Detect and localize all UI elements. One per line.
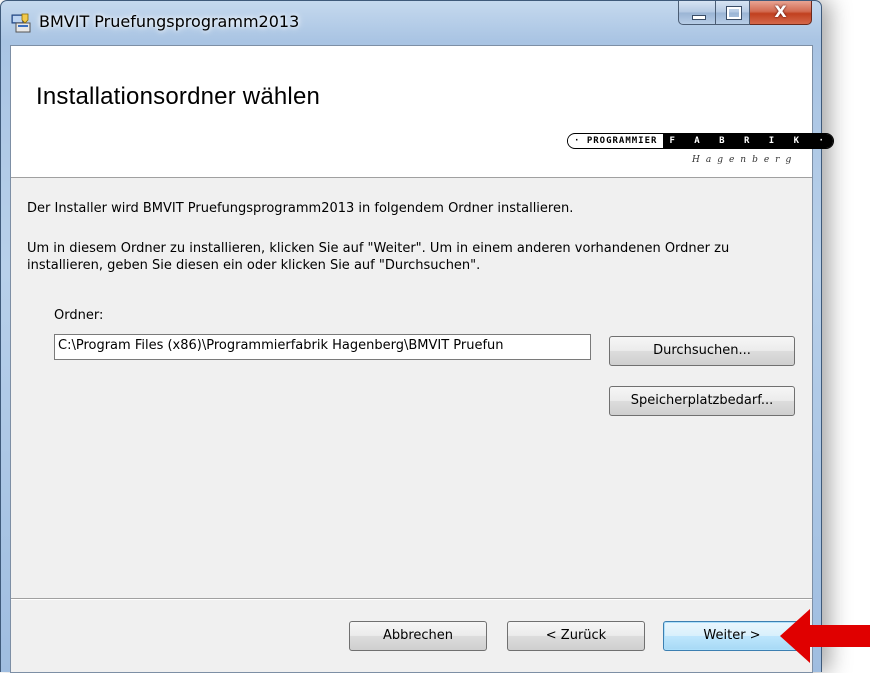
header-banner: Installationsordner wählen · PROGRAMMIER… bbox=[11, 46, 834, 178]
programmierfabrik-logo: · PROGRAMMIER F A B R I K · Hagenberg bbox=[567, 133, 834, 173]
title-bar[interactable]: BMVIT Pruefungsprogramm2013 X bbox=[1, 1, 821, 45]
folder-label: Ordner: bbox=[54, 308, 104, 323]
logo-subtitle: Hagenberg bbox=[692, 155, 798, 165]
disk-space-button[interactable]: Speicherplatzbedarf... bbox=[609, 386, 795, 416]
installer-window: BMVIT Pruefungsprogramm2013 X Installati… bbox=[0, 0, 834, 673]
logo-text-left: · PROGRAMMIER bbox=[568, 136, 664, 146]
intro-text: Der Installer wird BMVIT Pruefungsprogra… bbox=[27, 201, 574, 216]
footer-separator bbox=[11, 598, 812, 600]
page-title: Installationsordner wählen bbox=[36, 83, 321, 110]
dialog-client-area: Installationsordner wählen · PROGRAMMIER… bbox=[10, 45, 834, 673]
logo-text-right: F A B R I K · bbox=[663, 134, 833, 148]
logo-bar: · PROGRAMMIER F A B R I K · bbox=[567, 133, 834, 149]
window-title: BMVIT Pruefungsprogramm2013 bbox=[39, 12, 300, 31]
maximize-button[interactable] bbox=[716, 1, 750, 25]
cancel-button[interactable]: Abbrechen bbox=[349, 621, 487, 651]
folder-path-input[interactable]: C:\Program Files (x86)\Programmierfabrik… bbox=[54, 334, 591, 360]
red-pointer-arrow-icon bbox=[780, 609, 870, 663]
back-button[interactable]: < Zurück bbox=[507, 621, 645, 651]
minimize-button[interactable] bbox=[678, 1, 716, 25]
caption-buttons: X bbox=[678, 1, 812, 25]
close-icon: X bbox=[774, 2, 787, 21]
instructions-text: Um in diesem Ordner zu installieren, kli… bbox=[27, 241, 730, 273]
browse-button[interactable]: Durchsuchen... bbox=[609, 336, 795, 366]
maximize-icon bbox=[726, 6, 742, 20]
close-button[interactable]: X bbox=[750, 1, 812, 25]
installer-app-icon bbox=[11, 13, 31, 33]
minimize-icon bbox=[692, 15, 706, 20]
